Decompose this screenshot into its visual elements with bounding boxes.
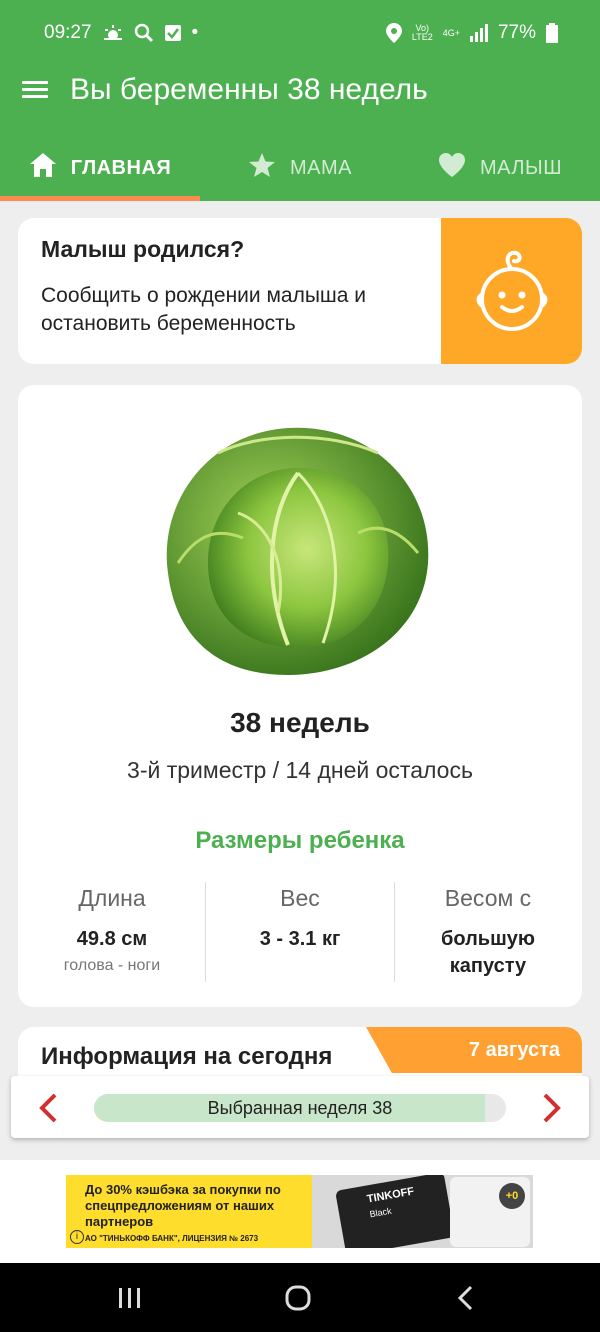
prev-week-button[interactable]	[29, 1088, 69, 1128]
app-bar: Вы беременны 38 недель	[0, 49, 600, 135]
back-button[interactable]	[446, 1283, 486, 1313]
baby-born-icon-box	[441, 218, 582, 364]
page-title: Вы беременны 38 недель	[70, 73, 428, 106]
size-weight-value: 3 - 3.1 кг	[259, 928, 341, 950]
selected-week-label: Выбранная неделя 38	[207, 1098, 393, 1118]
tab-mom-label: МАМА	[290, 156, 352, 179]
tab-indicator	[0, 196, 200, 201]
ad-area: До 30% кэшбэка за покупки по спецпредлож…	[0, 1160, 600, 1263]
battery-percent: 77%	[497, 22, 536, 43]
week-title: 38 недель	[230, 707, 370, 738]
week-progress-bar: Выбранная неделя 38	[94, 1094, 506, 1122]
system-nav-bar	[0, 1263, 600, 1332]
tab-bar: ГЛАВНАЯ МАМА МАЛЫШ	[0, 135, 600, 201]
ad-plus-badge: +0	[499, 1183, 525, 1209]
date-badge-label: 7 августа	[468, 1038, 560, 1061]
chevron-right-icon	[543, 1093, 561, 1123]
tab-home[interactable]: ГЛАВНАЯ	[0, 135, 200, 201]
back-icon	[457, 1285, 473, 1311]
cabbage-icon	[166, 427, 429, 675]
size-compare: Весом с большую капусту	[394, 885, 582, 980]
size-length: Длина 49.8 см голова - ноги	[18, 885, 206, 975]
weather-icon	[102, 24, 124, 42]
ad-cards-image: TINKOFF Black +0	[312, 1175, 533, 1248]
battery-icon	[546, 23, 558, 43]
recent-apps-icon	[119, 1288, 140, 1308]
ad-banner[interactable]: До 30% кэшбэка за покупки по спецпредлож…	[66, 1175, 533, 1248]
ad-legal-text: АО "ТИНЬКОФФ БАНК", ЛИЦЕНЗИЯ № 2673	[85, 1234, 259, 1243]
status-time: 09:27	[44, 22, 92, 43]
star-icon	[248, 152, 276, 184]
notification-dot: •	[191, 22, 199, 43]
baby-born-text: Сообщить о рождении малыша и остановить …	[41, 284, 367, 335]
size-compare-label: Весом с	[444, 885, 532, 911]
week-subtitle: 3-й триместр / 14 дней осталось	[127, 757, 473, 783]
status-bar: 09:27 • Vo) LTE2 4G+ 77%	[0, 0, 600, 49]
week-selector: Выбранная неделя 38	[11, 1076, 589, 1138]
network-indicator: 4G+	[442, 27, 460, 38]
location-icon	[385, 23, 402, 43]
baby-born-card[interactable]: Малыш родился? Сообщить о рождении малыш…	[18, 218, 582, 364]
size-length-label: Длина	[78, 885, 146, 911]
size-weight-label: Вес	[280, 885, 320, 911]
check-icon	[164, 24, 182, 42]
week-card: 38 недель 3-й триместр / 14 дней осталос…	[18, 385, 582, 1007]
menu-icon	[22, 81, 48, 84]
next-week-button[interactable]	[531, 1088, 571, 1128]
tab-baby[interactable]: МАЛЫШ	[400, 135, 600, 201]
ad-text: До 30% кэшбэка за покупки по спецпредлож…	[85, 1182, 281, 1229]
home-icon	[29, 152, 57, 184]
size-weight: Вес 3 - 3.1 кг	[206, 885, 394, 953]
home-circle-icon	[285, 1285, 311, 1311]
signal-icon	[469, 24, 488, 42]
search-icon	[134, 23, 154, 43]
size-length-note: голова - ноги	[63, 957, 161, 974]
bank-card: TINKOFF Black	[335, 1175, 455, 1248]
info-today-title: Информация на сегодня	[41, 1043, 333, 1070]
tab-baby-label: МАЛЫШ	[479, 156, 563, 179]
size-length-value: 49.8 см	[76, 928, 148, 950]
volte-indicator: Vo) LTE2	[411, 23, 433, 42]
size-compare-value: большую капусту	[441, 928, 535, 977]
recent-apps-button[interactable]	[110, 1283, 150, 1313]
baby-face-icon	[476, 250, 547, 331]
tab-home-label: ГЛАВНАЯ	[70, 156, 172, 179]
baby-born-title: Малыш родился?	[41, 236, 245, 262]
tab-mom[interactable]: МАМА	[200, 135, 400, 201]
date-badge: 7 августа	[366, 1027, 582, 1073]
home-button[interactable]	[278, 1283, 318, 1313]
menu-button[interactable]	[18, 77, 52, 107]
info-icon[interactable]: i	[70, 1230, 84, 1244]
baby-sizes-title: Размеры ребенка	[195, 827, 405, 854]
chevron-left-icon	[39, 1093, 57, 1123]
heart-icon	[438, 152, 466, 184]
